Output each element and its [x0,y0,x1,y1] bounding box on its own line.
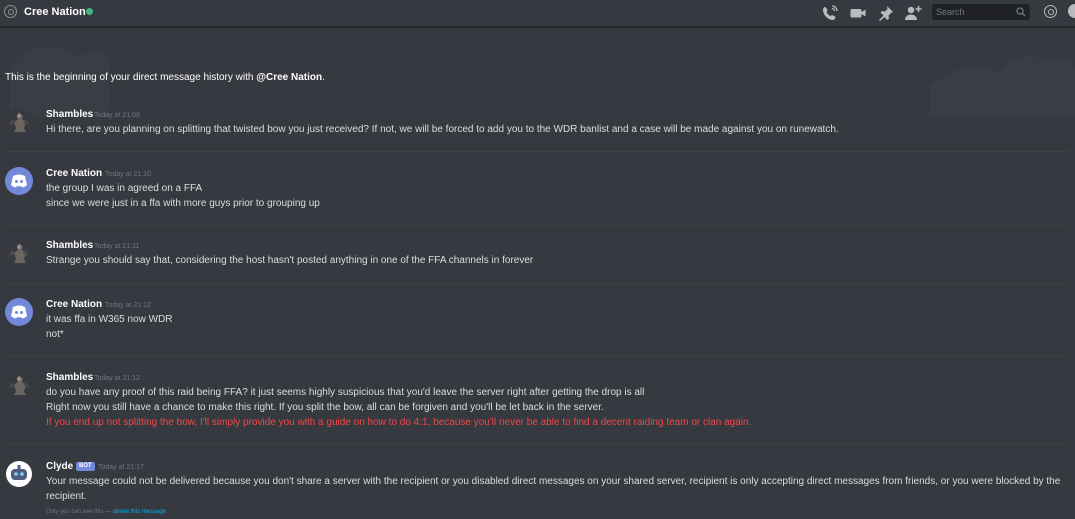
ephemeral-note: Only you can see this — [46,509,113,515]
message-divider [5,444,1070,445]
message-timestamp: Today at 21:11 [94,243,140,250]
message-text: do you have any proof of this raid being… [46,387,645,398]
message-divider [5,356,1070,357]
intro-mention: @Cree Nation [256,72,323,83]
clyde-bot-icon [6,461,32,487]
help-icon[interactable] [1068,4,1075,18]
message-author[interactable]: Shambles [46,372,93,383]
player-avatar-image [5,108,33,136]
pin-icon[interactable] [877,4,895,22]
message-divider [5,225,1070,226]
message-text: it was ffa in W365 now WDR [46,314,173,325]
search-input[interactable] [936,5,1014,19]
message-divider [5,283,1070,284]
message-timestamp: Today at 21:10 [105,171,151,178]
avatar[interactable] [5,239,33,267]
message-timestamp: Today at 21:17 [98,464,144,471]
video-call-icon[interactable] [849,4,867,22]
avatar[interactable] [5,167,33,195]
avatar[interactable] [5,371,33,399]
channel-header: Cree Nation [0,0,1075,27]
delete-message-link[interactable]: delete this message [113,509,166,515]
message-timestamp: Today at 21:12 [105,302,151,309]
message-timestamp: Today at 21:12 [94,375,140,382]
message-text: Hi there, are you planning on splitting … [46,124,839,135]
message-author[interactable]: Cree Nation [46,168,102,179]
message-author[interactable]: Clyde [46,461,73,472]
mentions-icon[interactable] [1044,5,1057,18]
bot-badge: BOT [76,462,95,471]
discord-logo-icon [11,174,27,188]
search-icon [1016,7,1026,17]
search-bar[interactable] [932,4,1030,20]
message-text: since we were just in a ffa with more gu… [46,198,320,209]
message-text-warning: If you end up not splitting the bow, I'l… [46,417,752,428]
channel-title: Cree Nation [24,6,86,18]
message-author[interactable]: Shambles [46,240,93,251]
voice-call-icon[interactable] [821,4,839,22]
message-text: the group I was in agreed on a FFA [46,183,203,194]
player-avatar-image [5,239,33,267]
message-timestamp: Today at 21:08 [94,112,140,119]
message-text: Right now you still have a chance to mak… [46,402,604,413]
message-divider [5,151,1070,152]
message-author[interactable]: Cree Nation [46,299,102,310]
avatar[interactable] [5,460,33,488]
player-avatar-image [5,371,33,399]
message-author[interactable]: Shambles [46,109,93,120]
online-status-dot [86,8,93,15]
dm-history-intro: This is the beginning of your direct mes… [5,72,325,83]
intro-text: This is the beginning of your direct mes… [5,72,257,83]
add-friend-icon[interactable] [904,4,922,22]
avatar[interactable] [5,108,33,136]
ephemeral-notice: Only you can see this — delete this mess… [46,509,166,515]
message-text: not* [46,329,64,340]
at-icon [4,5,17,18]
avatar[interactable] [5,298,33,326]
message-text: Your message could not be delivered beca… [46,476,1061,502]
message-text: Strange you should say that, considering… [46,255,534,266]
discord-logo-icon [11,305,27,319]
intro-suffix: . [322,72,325,83]
